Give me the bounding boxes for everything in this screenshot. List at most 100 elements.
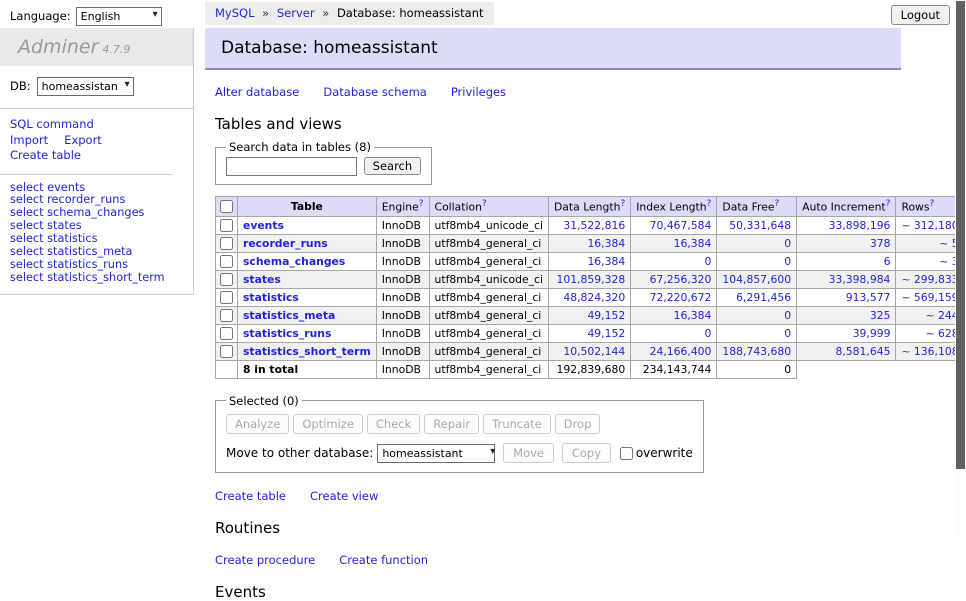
auto_increment-link-schema-changes[interactable]: 6 bbox=[884, 255, 891, 268]
row-checkbox-statistics[interactable] bbox=[220, 291, 233, 304]
scrollbar-thumb[interactable] bbox=[956, 1, 965, 469]
row-checkbox-events[interactable] bbox=[220, 219, 233, 232]
data_length-link-statistics-runs[interactable]: 49,152 bbox=[587, 327, 625, 340]
sidebar-link-export[interactable]: Export bbox=[64, 133, 102, 149]
row-checkbox-states[interactable] bbox=[220, 273, 233, 286]
action-link-alter-database[interactable]: Alter database bbox=[215, 85, 299, 99]
name-link-statistics[interactable]: statistics bbox=[243, 291, 299, 304]
row-checkbox-cell bbox=[216, 306, 238, 324]
row-checkbox-statistics-runs[interactable] bbox=[220, 327, 233, 340]
auto_increment-link-statistics[interactable]: 913,577 bbox=[846, 291, 891, 304]
auto_increment-link-events[interactable]: 33,898,196 bbox=[829, 219, 891, 232]
column-help-link-collation[interactable]: ? bbox=[482, 199, 487, 209]
data_free-link-statistics-meta[interactable]: 0 bbox=[784, 309, 791, 322]
data_free-link-statistics-short-term[interactable]: 188,743,680 bbox=[722, 345, 791, 358]
repair-button[interactable]: Repair bbox=[424, 414, 479, 434]
row-checkbox-statistics-meta[interactable] bbox=[220, 309, 233, 322]
scrollbar-track[interactable] bbox=[955, 0, 966, 543]
drop-button[interactable]: Drop bbox=[555, 414, 601, 434]
routine-links: Create procedure Create function bbox=[215, 553, 901, 567]
analyze-button[interactable]: Analyze bbox=[226, 414, 289, 434]
name-link-recorder-runs[interactable]: recorder_runs bbox=[243, 237, 328, 250]
name-link-statistics-short-term[interactable]: statistics_short_term bbox=[243, 345, 371, 358]
index_length-link-statistics-short-term[interactable]: 24,166,400 bbox=[650, 345, 712, 358]
sidebar-link-create-table[interactable]: Create table bbox=[10, 148, 81, 164]
index_length-link-events[interactable]: 70,467,584 bbox=[650, 219, 712, 232]
app-version: 4.7.9 bbox=[102, 43, 130, 56]
overwrite-label[interactable]: overwrite bbox=[636, 446, 693, 460]
index_length-link-schema-changes[interactable]: 0 bbox=[705, 255, 712, 268]
rows-link-statistics-runs[interactable]: ~ 628 bbox=[925, 327, 958, 340]
sidebar-link-select-statistics-runs[interactable]: select statistics_runs bbox=[10, 259, 183, 272]
column-help-link-engine[interactable]: ? bbox=[419, 199, 424, 209]
row-checkbox-recorder-runs[interactable] bbox=[220, 237, 233, 250]
action-link-privileges[interactable]: Privileges bbox=[451, 85, 506, 99]
db-select[interactable]: homeassistant bbox=[37, 77, 134, 96]
rows-cell: ~ 312,180 bbox=[896, 216, 964, 234]
column-help-link-auto-increment[interactable]: ? bbox=[886, 199, 891, 209]
create-link-create-view[interactable]: Create view bbox=[310, 489, 378, 503]
data_length-link-statistics[interactable]: 48,824,320 bbox=[563, 291, 625, 304]
move-button[interactable]: Move bbox=[503, 443, 554, 463]
sidebar-link-select-statistics-short-term[interactable]: select statistics_short_term bbox=[10, 272, 183, 285]
name-link-states[interactable]: states bbox=[243, 273, 281, 286]
data_length-link-recorder-runs[interactable]: 16,384 bbox=[587, 237, 625, 250]
auto_increment-link-statistics-runs[interactable]: 39,999 bbox=[853, 327, 891, 340]
row-checkbox-statistics-short-term[interactable] bbox=[220, 345, 233, 358]
name-link-statistics-runs[interactable]: statistics_runs bbox=[243, 327, 331, 340]
name-link-schema-changes[interactable]: schema_changes bbox=[243, 255, 345, 268]
data_free-link-events[interactable]: 50,331,648 bbox=[729, 219, 791, 232]
check-button[interactable]: Check bbox=[367, 414, 420, 434]
index_length-link-statistics[interactable]: 72,220,672 bbox=[650, 291, 712, 304]
move-db-select[interactable]: homeassistant bbox=[377, 444, 495, 463]
auto_increment-link-states[interactable]: 33,398,984 bbox=[829, 273, 891, 286]
auto_increment-link-statistics-short-term[interactable]: 8,581,645 bbox=[835, 345, 890, 358]
breadcrumb-server[interactable]: Server bbox=[277, 6, 315, 20]
column-help-link-index-length[interactable]: ? bbox=[707, 199, 712, 209]
truncate-button[interactable]: Truncate bbox=[483, 414, 551, 434]
data_length-link-statistics-short-term[interactable]: 10,502,144 bbox=[563, 345, 625, 358]
sidebar-link-sql-command[interactable]: SQL command bbox=[10, 117, 94, 133]
index_length-link-statistics-runs[interactable]: 0 bbox=[705, 327, 712, 340]
column-help-link-rows[interactable]: ? bbox=[930, 199, 935, 209]
data_free-link-states[interactable]: 104,857,600 bbox=[722, 273, 791, 286]
overwrite-checkbox[interactable] bbox=[620, 447, 633, 460]
optimize-button[interactable]: Optimize bbox=[293, 414, 363, 434]
search-button[interactable]: Search bbox=[364, 157, 422, 175]
data_free-link-statistics[interactable]: 6,291,456 bbox=[736, 291, 791, 304]
row-checkbox-schema-changes[interactable] bbox=[220, 255, 233, 268]
breadcrumb-mysql[interactable]: MySQL bbox=[215, 6, 255, 20]
sidebar-link-import[interactable]: Import bbox=[10, 133, 48, 149]
data_free-link-statistics-runs[interactable]: 0 bbox=[784, 327, 791, 340]
data_length-link-states[interactable]: 101,859,328 bbox=[557, 273, 626, 286]
search-input[interactable] bbox=[226, 157, 357, 176]
language-select[interactable]: English bbox=[76, 7, 162, 26]
rows-link-states[interactable]: ~ 299,833 bbox=[901, 273, 958, 286]
copy-button[interactable]: Copy bbox=[562, 443, 611, 463]
logout-button[interactable]: Logout bbox=[891, 5, 950, 25]
rows-link-statistics-meta[interactable]: ~ 244 bbox=[925, 309, 958, 322]
index_length-link-statistics-meta[interactable]: 16,384 bbox=[674, 309, 712, 322]
auto_increment-link-statistics-meta[interactable]: 325 bbox=[870, 309, 891, 322]
routine-link-create-function[interactable]: Create function bbox=[339, 553, 428, 567]
rows-link-statistics[interactable]: ~ 569,159 bbox=[901, 291, 958, 304]
rows-link-statistics-short-term[interactable]: ~ 136,108 bbox=[901, 345, 958, 358]
data_length-link-schema-changes[interactable]: 16,384 bbox=[587, 255, 625, 268]
data_free-link-schema-changes[interactable]: 0 bbox=[784, 255, 791, 268]
breadcrumb: MySQL » Server » Database: homeassistant bbox=[205, 2, 494, 25]
action-link-database-schema[interactable]: Database schema bbox=[323, 85, 426, 99]
create-link-create-table[interactable]: Create table bbox=[215, 489, 286, 503]
data_length-link-statistics-meta[interactable]: 49,152 bbox=[587, 309, 625, 322]
name-link-statistics-meta[interactable]: statistics_meta bbox=[243, 309, 335, 322]
routine-link-create-procedure[interactable]: Create procedure bbox=[215, 553, 315, 567]
data_length-link-events[interactable]: 31,522,816 bbox=[563, 219, 625, 232]
data_free-link-recorder-runs[interactable]: 0 bbox=[784, 237, 791, 250]
column-help-link-data-free[interactable]: ? bbox=[775, 199, 780, 209]
auto_increment-link-recorder-runs[interactable]: 378 bbox=[870, 237, 891, 250]
index_length-link-recorder-runs[interactable]: 16,384 bbox=[674, 237, 712, 250]
name-link-events[interactable]: events bbox=[243, 219, 284, 232]
select-all-checkbox[interactable] bbox=[220, 200, 233, 213]
rows-link-events[interactable]: ~ 312,180 bbox=[901, 219, 958, 232]
index_length-link-states[interactable]: 67,256,320 bbox=[650, 273, 712, 286]
column-help-link-data-length[interactable]: ? bbox=[620, 199, 625, 209]
